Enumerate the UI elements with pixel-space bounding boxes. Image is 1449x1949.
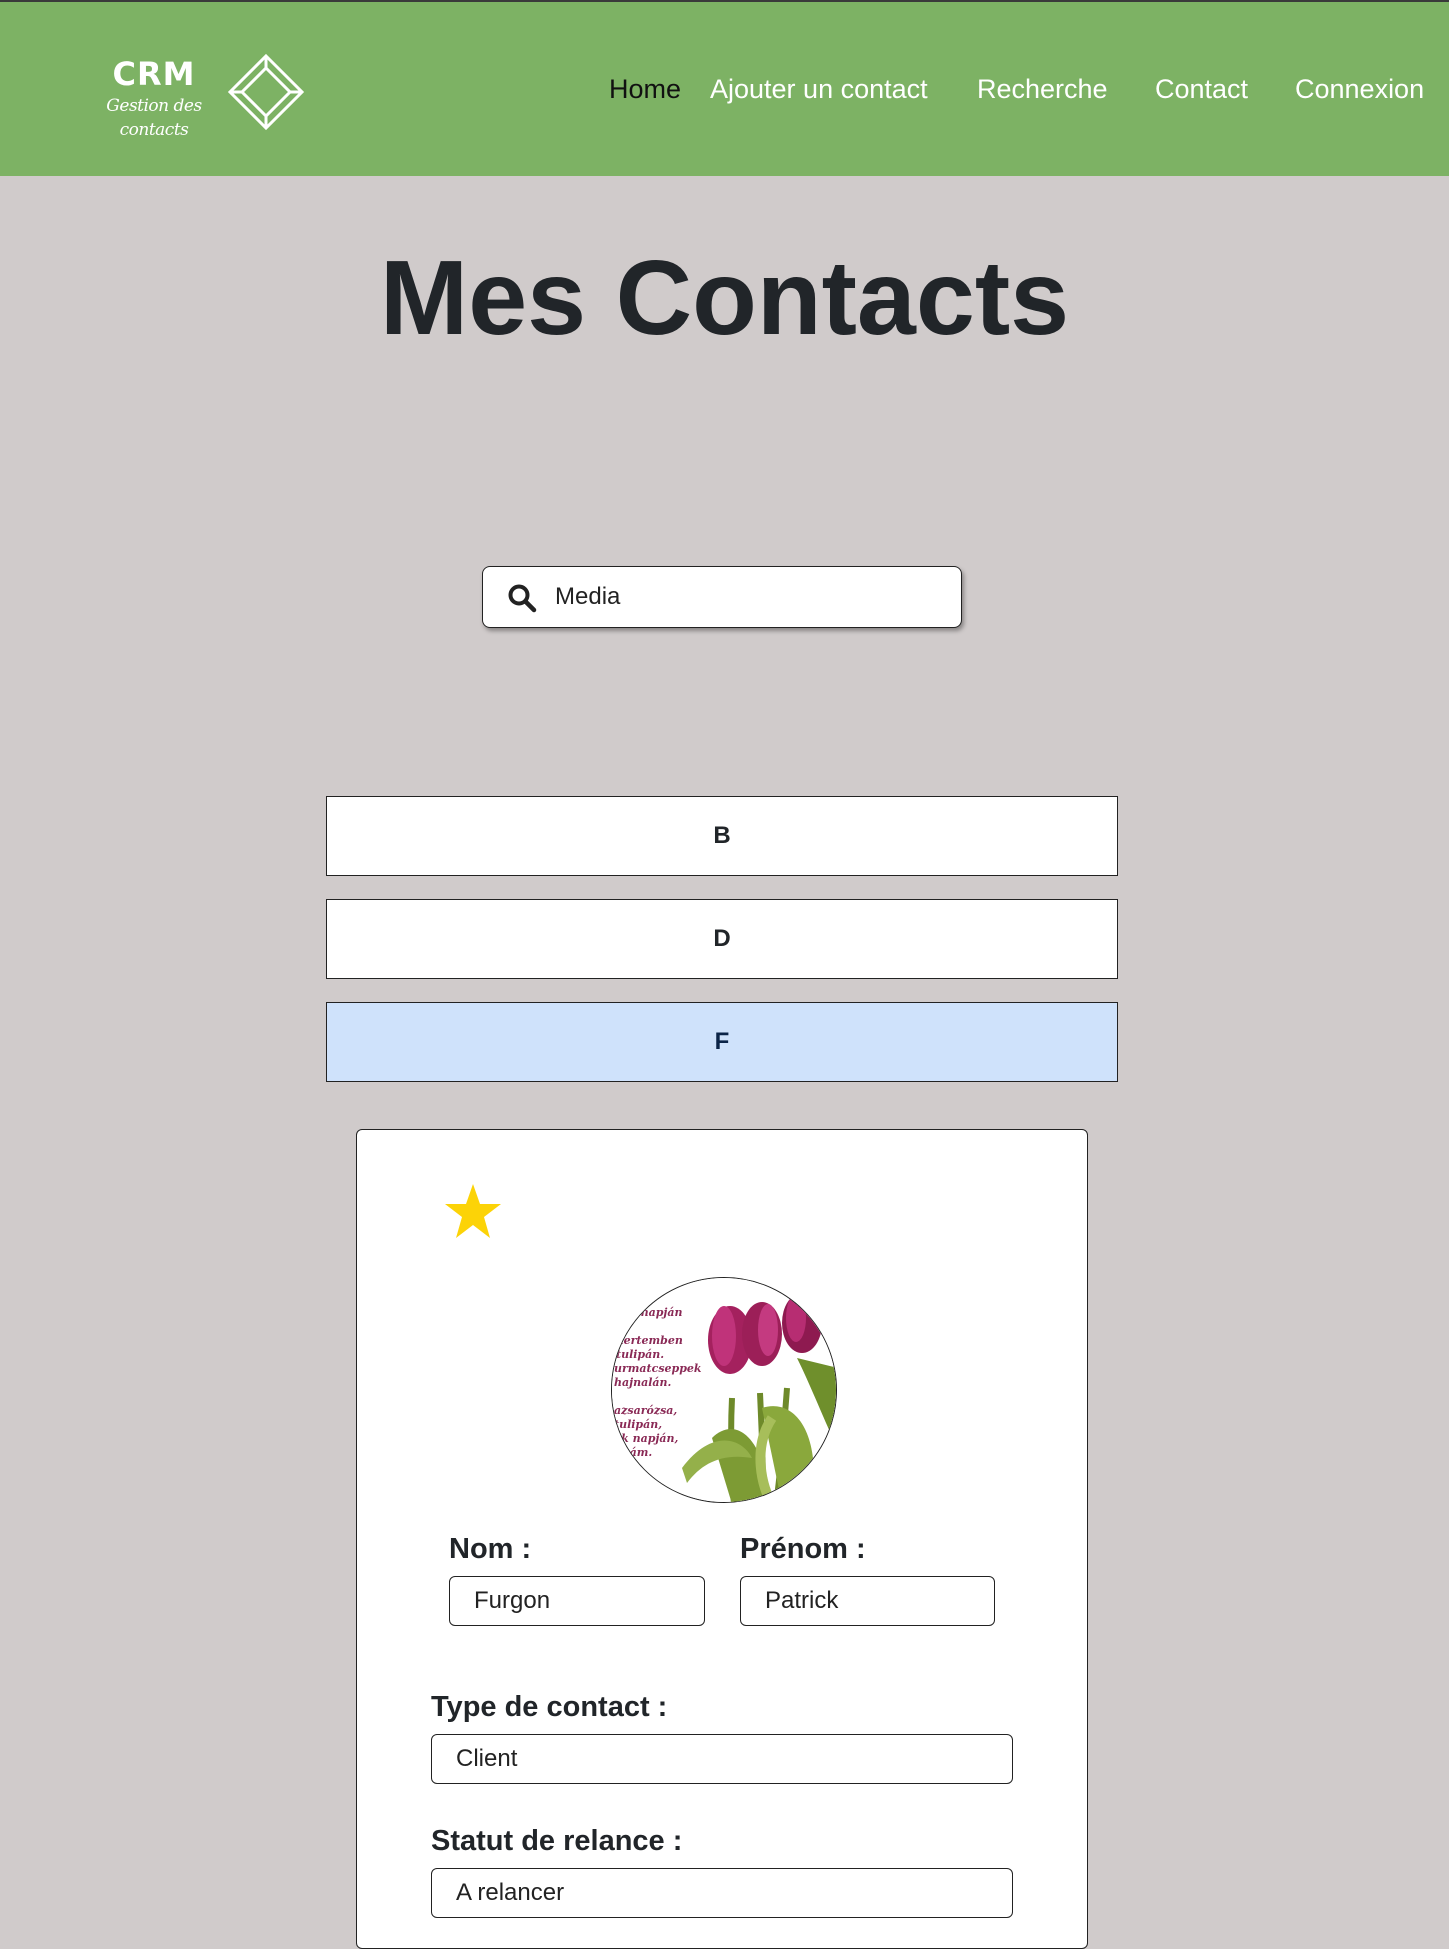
svg-text:azsarózsa,: azsarózsa, <box>614 1404 677 1417</box>
diamond-logo-icon <box>228 54 304 130</box>
statut-relance-label: Statut de relance : <box>431 1825 683 1857</box>
contact-card: ák napján kertemben tulipán. urmatcseppe… <box>356 1129 1088 1949</box>
nom-field[interactable]: Furgon <box>449 1576 705 1626</box>
nom-label: Nom : <box>449 1533 532 1565</box>
search-box[interactable] <box>482 566 962 628</box>
logo-title: CRM <box>112 55 196 93</box>
nav-recherche[interactable]: Recherche <box>977 72 1108 106</box>
svg-text:ukám.: ukám. <box>614 1446 652 1459</box>
avatar: ák napján kertemben tulipán. urmatcseppe… <box>611 1277 837 1503</box>
letter-group-d[interactable]: D <box>326 899 1118 979</box>
svg-text:urmatcseppek: urmatcseppek <box>614 1362 702 1375</box>
search-icon <box>508 584 537 613</box>
svg-text:kertemben: kertemben <box>616 1334 683 1347</box>
svg-text:ák napján,: ák napján, <box>614 1432 679 1445</box>
logo-text: CRM Gestion des contacts <box>84 54 224 142</box>
search-input[interactable] <box>555 577 945 617</box>
tulip-photo-image: ák napján kertemben tulipán. urmatcseppe… <box>612 1278 836 1502</box>
top-navbar: CRM Gestion des contacts Home Ajouter un… <box>0 0 1449 176</box>
favorite-star-icon[interactable] <box>443 1182 503 1242</box>
type-contact-label: Type de contact : <box>431 1691 668 1723</box>
svg-text:tulipán.: tulipán. <box>616 1348 664 1361</box>
type-contact-field[interactable]: Client <box>431 1734 1013 1784</box>
letter-group-f[interactable]: F <box>326 1002 1118 1082</box>
svg-text:hajnalán.: hajnalán. <box>614 1376 672 1389</box>
prenom-label: Prénom : <box>740 1533 866 1565</box>
nav-contact[interactable]: Contact <box>1155 72 1248 106</box>
prenom-field[interactable]: Patrick <box>740 1576 995 1626</box>
nav-ajouter-contact[interactable]: Ajouter un contact <box>710 72 928 106</box>
nav-connexion[interactable]: Connexion <box>1295 72 1424 106</box>
svg-text:tulipán,: tulipán, <box>614 1418 662 1431</box>
svg-text:ák napján: ák napján <box>622 1306 683 1319</box>
logo-subtitle: Gestion des contacts <box>106 96 202 140</box>
crm-logo[interactable]: CRM Gestion des contacts <box>84 54 304 140</box>
nav-home[interactable]: Home <box>609 72 681 106</box>
page-title: Mes Contacts <box>379 239 1070 357</box>
statut-relance-field[interactable]: A relancer <box>431 1868 1013 1918</box>
letter-group-b[interactable]: B <box>326 796 1118 876</box>
